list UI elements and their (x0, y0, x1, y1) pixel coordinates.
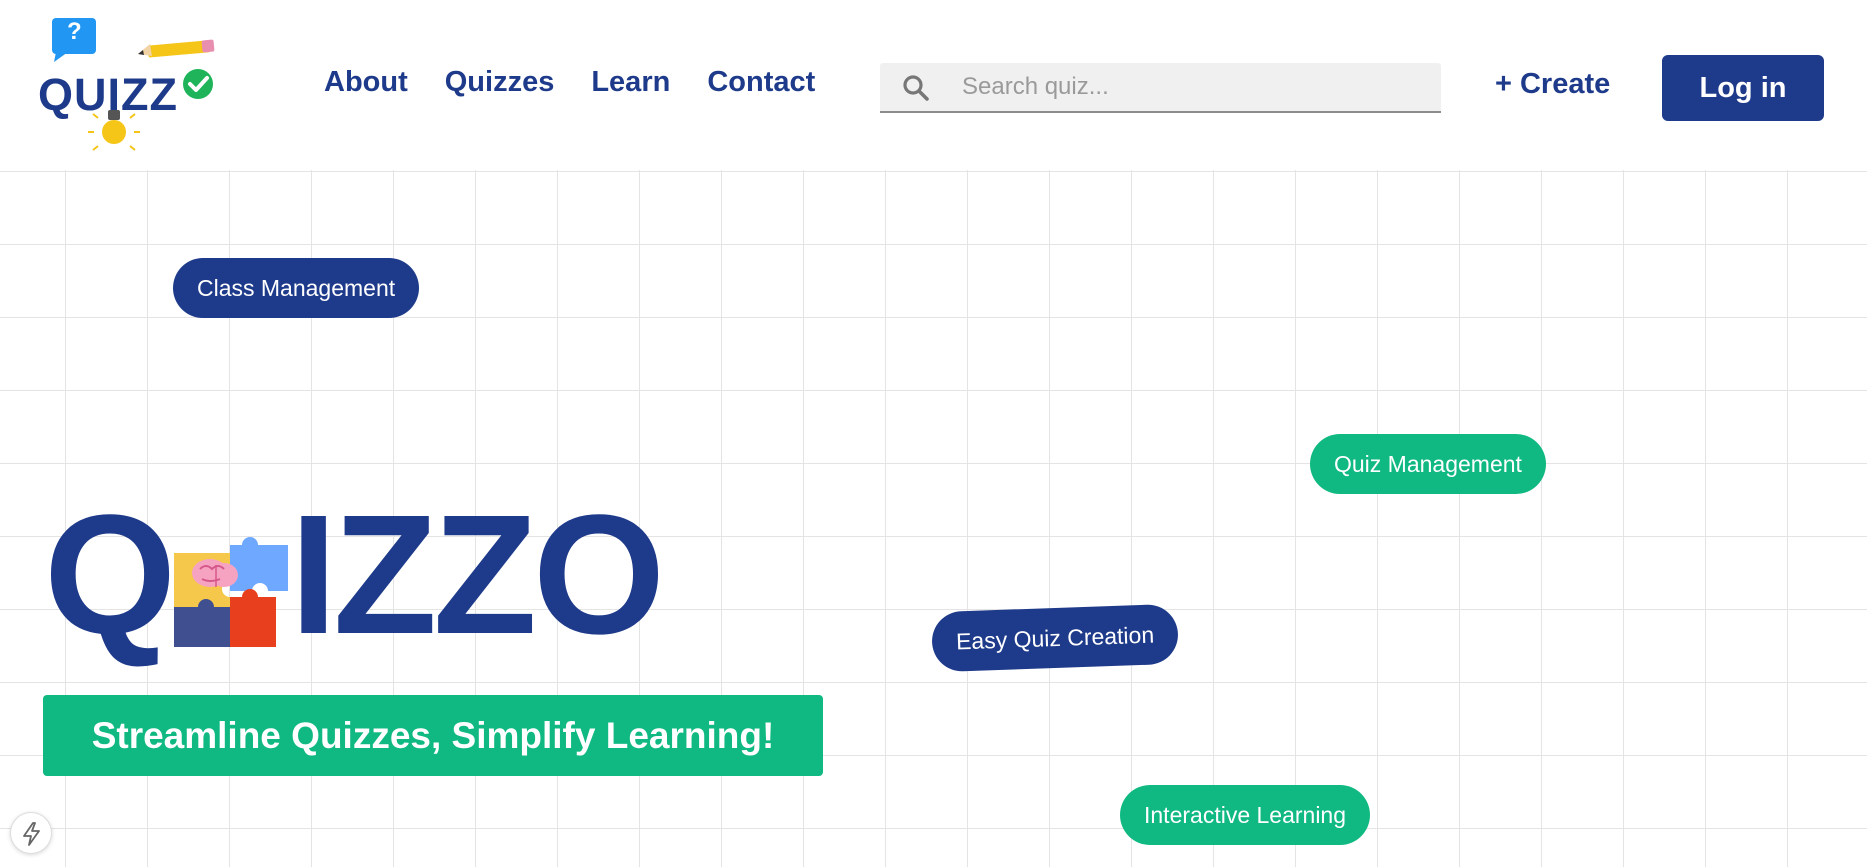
main-nav: About Quizzes Learn Contact (324, 68, 815, 97)
hero-title: Q IZZO (44, 490, 684, 660)
create-button[interactable]: + Create (1495, 70, 1610, 99)
floating-action-button[interactable] (10, 812, 52, 854)
logo-wordmark: QUIZZ (38, 69, 178, 120)
site-header: ? QUIZZ About Quizzes Learn Contact + Cr… (0, 0, 1867, 170)
check-circle-icon (183, 69, 213, 99)
search-icon (903, 75, 929, 101)
nav-learn[interactable]: Learn (591, 68, 670, 97)
pencil-icon (138, 39, 215, 58)
login-button[interactable]: Log in (1662, 55, 1824, 121)
hero-grid: Class Management Quiz Management Easy Qu… (0, 170, 1867, 867)
nav-quizzes[interactable]: Quizzes (445, 68, 555, 97)
hero-title-q: Q (44, 480, 177, 670)
pill-quiz-management: Quiz Management (1310, 434, 1546, 494)
nav-about[interactable]: About (324, 68, 408, 97)
pill-class-management: Class Management (173, 258, 420, 318)
lightning-bolt-icon (23, 822, 40, 846)
puzzle-brain-icon (174, 537, 288, 647)
nav-contact[interactable]: Contact (707, 68, 815, 97)
pill-interactive-learning: Interactive Learning (1120, 785, 1371, 845)
search-input[interactable] (960, 63, 1420, 111)
hero-title-rest: IZZO (290, 480, 665, 670)
hero-tagline: Streamline Quizzes, Simplify Learning! (43, 695, 823, 776)
pill-easy-quiz-creation: Easy Quiz Creation (931, 603, 1180, 673)
site-logo[interactable]: ? QUIZZ (36, 16, 226, 156)
logo-question-mark: ? (67, 18, 82, 45)
search-bar (880, 63, 1441, 113)
